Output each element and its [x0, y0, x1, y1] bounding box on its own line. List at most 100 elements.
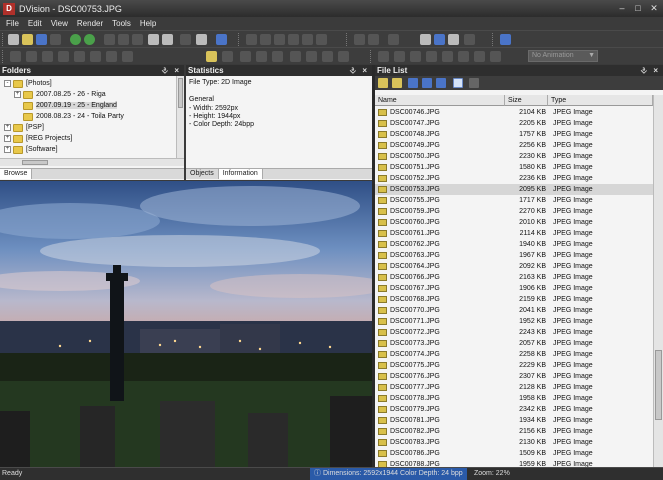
file-row[interactable]: DSC00773.JPG 2057 KB JPEG Image [375, 338, 653, 349]
list-view-icon[interactable] [436, 78, 446, 88]
redo-icon[interactable] [26, 51, 37, 62]
file-row[interactable]: DSC00755.JPG 1717 KB JPEG Image [375, 195, 653, 206]
expand-icon[interactable]: + [4, 135, 11, 142]
file-row[interactable]: DSC00750.JPG 2230 KB JPEG Image [375, 151, 653, 162]
open-folder-icon[interactable] [22, 34, 33, 45]
tab-objects[interactable]: Objects [186, 169, 219, 179]
fit-icon[interactable] [368, 34, 379, 45]
camera-icon[interactable] [256, 51, 267, 62]
refresh-icon[interactable] [392, 78, 402, 88]
file-row[interactable]: DSC00746.JPG 2104 KB JPEG Image [375, 107, 653, 118]
file-row[interactable]: DSC00775.JPG 2229 KB JPEG Image [375, 360, 653, 371]
image-viewer[interactable] [0, 181, 372, 467]
toolbar-grip[interactable] [492, 33, 495, 46]
file-row[interactable]: DSC00777.JPG 2128 KB JPEG Image [375, 382, 653, 393]
scrollbar-thumb[interactable] [22, 160, 48, 165]
menu-render[interactable]: Render [77, 19, 103, 28]
close-icon[interactable]: ✕ [647, 2, 661, 14]
file-row[interactable]: DSC00768.JPG 2159 KB JPEG Image [375, 294, 653, 305]
file-row[interactable]: DSC00751.JPG 1580 KB JPEG Image [375, 162, 653, 173]
file-row[interactable]: DSC00786.JPG 1509 KB JPEG Image [375, 448, 653, 459]
file-row[interactable]: DSC00749.JPG 2256 KB JPEG Image [375, 140, 653, 151]
close-icon[interactable]: × [362, 66, 369, 75]
tree-item-england[interactable]: 2007.09.19 - 25 - England [23, 100, 117, 111]
step-back-icon[interactable] [410, 51, 421, 62]
folder-up-icon[interactable] [378, 78, 388, 88]
toolbar-grip[interactable] [370, 50, 373, 63]
help-icon[interactable] [216, 34, 227, 45]
play-icon[interactable] [378, 51, 389, 62]
fill-icon[interactable] [58, 51, 69, 62]
pointer-icon[interactable] [206, 51, 217, 62]
file-row[interactable]: DSC00783.JPG 2130 KB JPEG Image [375, 437, 653, 448]
file-row[interactable]: DSC00759.JPG 2270 KB JPEG Image [375, 206, 653, 217]
rotate-right-icon[interactable] [260, 34, 271, 45]
file-row[interactable]: DSC00778.JPG 1958 KB JPEG Image [375, 393, 653, 404]
file-row[interactable]: DSC00776.JPG 2307 KB JPEG Image [375, 371, 653, 382]
folders-vscrollbar[interactable] [176, 76, 184, 158]
eraser-icon[interactable] [74, 51, 85, 62]
toolbar-grip[interactable] [2, 50, 5, 63]
menu-file[interactable]: File [6, 19, 19, 28]
file-row[interactable]: DSC00761.JPG 2114 KB JPEG Image [375, 228, 653, 239]
grid-icon[interactable] [388, 34, 399, 45]
crop-icon[interactable] [302, 34, 313, 45]
tree-item-photos[interactable]: - [Photos] [4, 78, 52, 89]
file-row[interactable]: DSC00771.JPG 1952 KB JPEG Image [375, 316, 653, 327]
close-icon[interactable]: × [174, 66, 181, 75]
file-row[interactable]: DSC00752.JPG 2236 KB JPEG Image [375, 173, 653, 184]
collapse-icon[interactable]: - [4, 80, 11, 87]
select-icon[interactable] [122, 51, 133, 62]
print-icon[interactable] [162, 34, 173, 45]
expand-icon[interactable]: + [4, 146, 11, 153]
tree-item-toila-party[interactable]: 2008.08.23 - 24 - Toila Party [23, 111, 124, 122]
levels-icon[interactable] [448, 34, 459, 45]
channels-icon[interactable] [464, 34, 475, 45]
speed-icon[interactable] [458, 51, 469, 62]
file-row[interactable]: DSC00748.JPG 1757 KB JPEG Image [375, 129, 653, 140]
thumbnails-icon[interactable] [408, 78, 418, 88]
back-icon[interactable] [70, 34, 81, 45]
frames-icon[interactable] [474, 51, 485, 62]
save-all-icon[interactable] [50, 34, 61, 45]
animation-select[interactable]: No Animation ▼ [528, 50, 598, 62]
scrollbar-thumb[interactable] [655, 350, 662, 420]
copy-icon[interactable] [118, 34, 129, 45]
cut-icon[interactable] [104, 34, 115, 45]
tree-item-psp[interactable]: + [PSP] [4, 122, 44, 133]
scene-icon[interactable] [322, 51, 333, 62]
menu-help[interactable]: Help [140, 19, 156, 28]
texture-icon[interactable] [290, 51, 301, 62]
filter-icon[interactable] [469, 78, 479, 88]
timeline-icon[interactable] [490, 51, 501, 62]
loop-icon[interactable] [442, 51, 453, 62]
save-icon[interactable] [36, 34, 47, 45]
file-row[interactable]: DSC00760.JPG 2010 KB JPEG Image [375, 217, 653, 228]
file-row[interactable]: DSC00763.JPG 1967 KB JPEG Image [375, 250, 653, 261]
toolbar-grip[interactable] [2, 33, 5, 46]
menu-tools[interactable]: Tools [112, 19, 131, 28]
file-row[interactable]: DSC00747.JPG 2205 KB JPEG Image [375, 118, 653, 129]
stop-icon[interactable] [394, 51, 405, 62]
file-row[interactable]: DSC00772.JPG 2243 KB JPEG Image [375, 327, 653, 338]
settings-icon[interactable] [196, 34, 207, 45]
file-list-vscrollbar[interactable] [653, 95, 663, 467]
mesh-icon[interactable] [272, 51, 283, 62]
zoom-icon[interactable] [354, 34, 365, 45]
undo-icon[interactable] [10, 51, 21, 62]
file-row[interactable]: DSC00767.JPG 1906 KB JPEG Image [375, 283, 653, 294]
folders-hscrollbar[interactable] [0, 158, 184, 166]
flip-icon[interactable] [274, 34, 285, 45]
pin-icon[interactable]: ⎀ [350, 66, 358, 75]
tree-item-reg-projects[interactable]: + [REG Projects] [4, 133, 72, 144]
scrollbar-thumb[interactable] [178, 78, 183, 108]
tab-information[interactable]: Information [218, 169, 263, 179]
hand-icon[interactable] [222, 51, 233, 62]
file-row[interactable]: DSC00762.JPG 1940 KB JPEG Image [375, 239, 653, 250]
mirror-icon[interactable] [288, 34, 299, 45]
paste-icon[interactable] [132, 34, 143, 45]
step-forward-icon[interactable] [426, 51, 437, 62]
color-icon[interactable] [434, 34, 445, 45]
light-icon[interactable] [240, 51, 251, 62]
render-icon[interactable] [338, 51, 349, 62]
